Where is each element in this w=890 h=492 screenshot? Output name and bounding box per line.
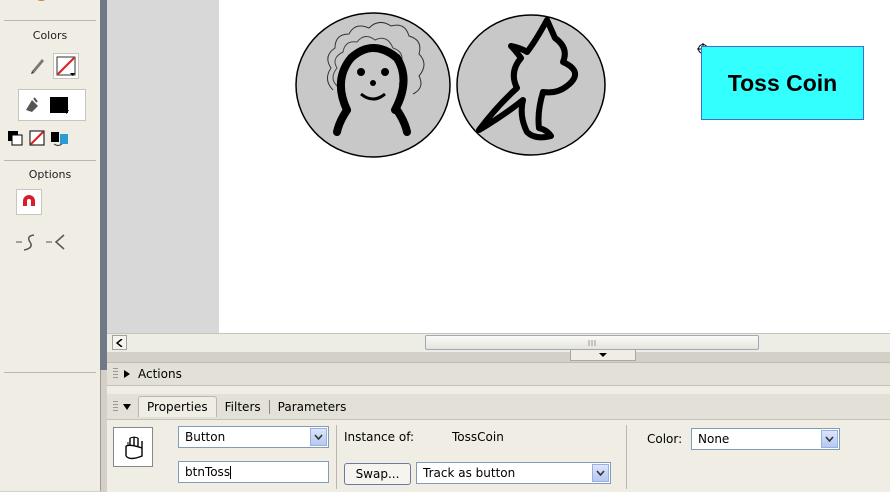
triangle-right-icon[interactable]	[122, 369, 132, 379]
swap-colors-icon[interactable]	[50, 129, 70, 147]
panel-divider	[336, 425, 337, 489]
symbol-type-value: Button	[185, 430, 226, 444]
button-symbol-hand-icon	[113, 427, 153, 467]
no-color-icon[interactable]	[28, 129, 46, 147]
scrollbar-thumb[interactable]	[425, 335, 759, 350]
timeline-collapse-handle[interactable]	[570, 350, 636, 361]
properties-panel-header: Properties Filters Parameters	[107, 394, 890, 420]
hand-zoom-tool-icon[interactable]	[30, 0, 70, 6]
grip-icon	[588, 339, 596, 346]
snap-to-objects-magnet-icon[interactable]	[16, 189, 42, 215]
tab-filters[interactable]: Filters	[217, 397, 269, 417]
grip-icon[interactable]	[113, 400, 118, 413]
instance-of-label: Instance of:	[344, 430, 415, 444]
text-caret	[230, 466, 232, 479]
actions-panel-header[interactable]: Actions	[107, 363, 890, 386]
symbol-type-select[interactable]: Button	[178, 426, 329, 448]
horizontal-scrollbar[interactable]	[107, 333, 890, 352]
chevron-down-icon[interactable]	[821, 430, 838, 448]
fill-color-swatch-group[interactable]	[18, 89, 86, 121]
stroke-color-pencil-icon[interactable]	[27, 54, 49, 76]
options-label: Options	[28, 168, 72, 181]
panel-splitter[interactable]	[100, 0, 107, 370]
instance-of-value: TossCoin	[452, 430, 504, 444]
triangle-down-icon[interactable]	[122, 402, 132, 412]
color-effect-value: None	[698, 432, 730, 446]
tab-parameters[interactable]: Parameters	[270, 397, 355, 417]
stroke-color-swatch[interactable]	[53, 53, 79, 79]
toss-coin-button[interactable]: Toss Coin	[701, 46, 864, 120]
tracking-value: Track as button	[423, 466, 516, 480]
straighten-icon[interactable]	[44, 232, 72, 252]
panel-divider	[626, 425, 627, 489]
colors-label: Colors	[32, 29, 68, 42]
tracking-select[interactable]: Track as button	[416, 462, 611, 484]
chevron-down-icon[interactable]	[310, 428, 327, 446]
black-white-icon[interactable]	[6, 129, 24, 147]
pasteboard	[107, 0, 219, 333]
color-effect-label: Color:	[647, 432, 683, 446]
actions-panel-title: Actions	[138, 367, 182, 381]
triangle-down-icon	[599, 353, 607, 357]
swap-button[interactable]: Swap...	[344, 463, 411, 485]
instance-name-input[interactable]: btnToss	[178, 461, 329, 483]
scroll-left-button[interactable]	[112, 335, 127, 350]
toss-coin-label: Toss Coin	[727, 69, 838, 96]
tools-panel: Colors Options	[0, 0, 101, 491]
color-effect-select[interactable]: None	[691, 428, 840, 450]
smooth-icon[interactable]	[14, 232, 42, 252]
tab-properties[interactable]: Properties	[138, 396, 217, 417]
coin-heads-graphic[interactable]	[293, 10, 453, 160]
panels-area: Actions Properties Filters Parameters Bu…	[107, 362, 890, 492]
coin-tails-graphic[interactable]	[455, 12, 607, 158]
chevron-down-icon[interactable]	[592, 464, 609, 482]
grip-icon[interactable]	[113, 368, 118, 380]
instance-name-value: btnToss	[185, 465, 231, 479]
